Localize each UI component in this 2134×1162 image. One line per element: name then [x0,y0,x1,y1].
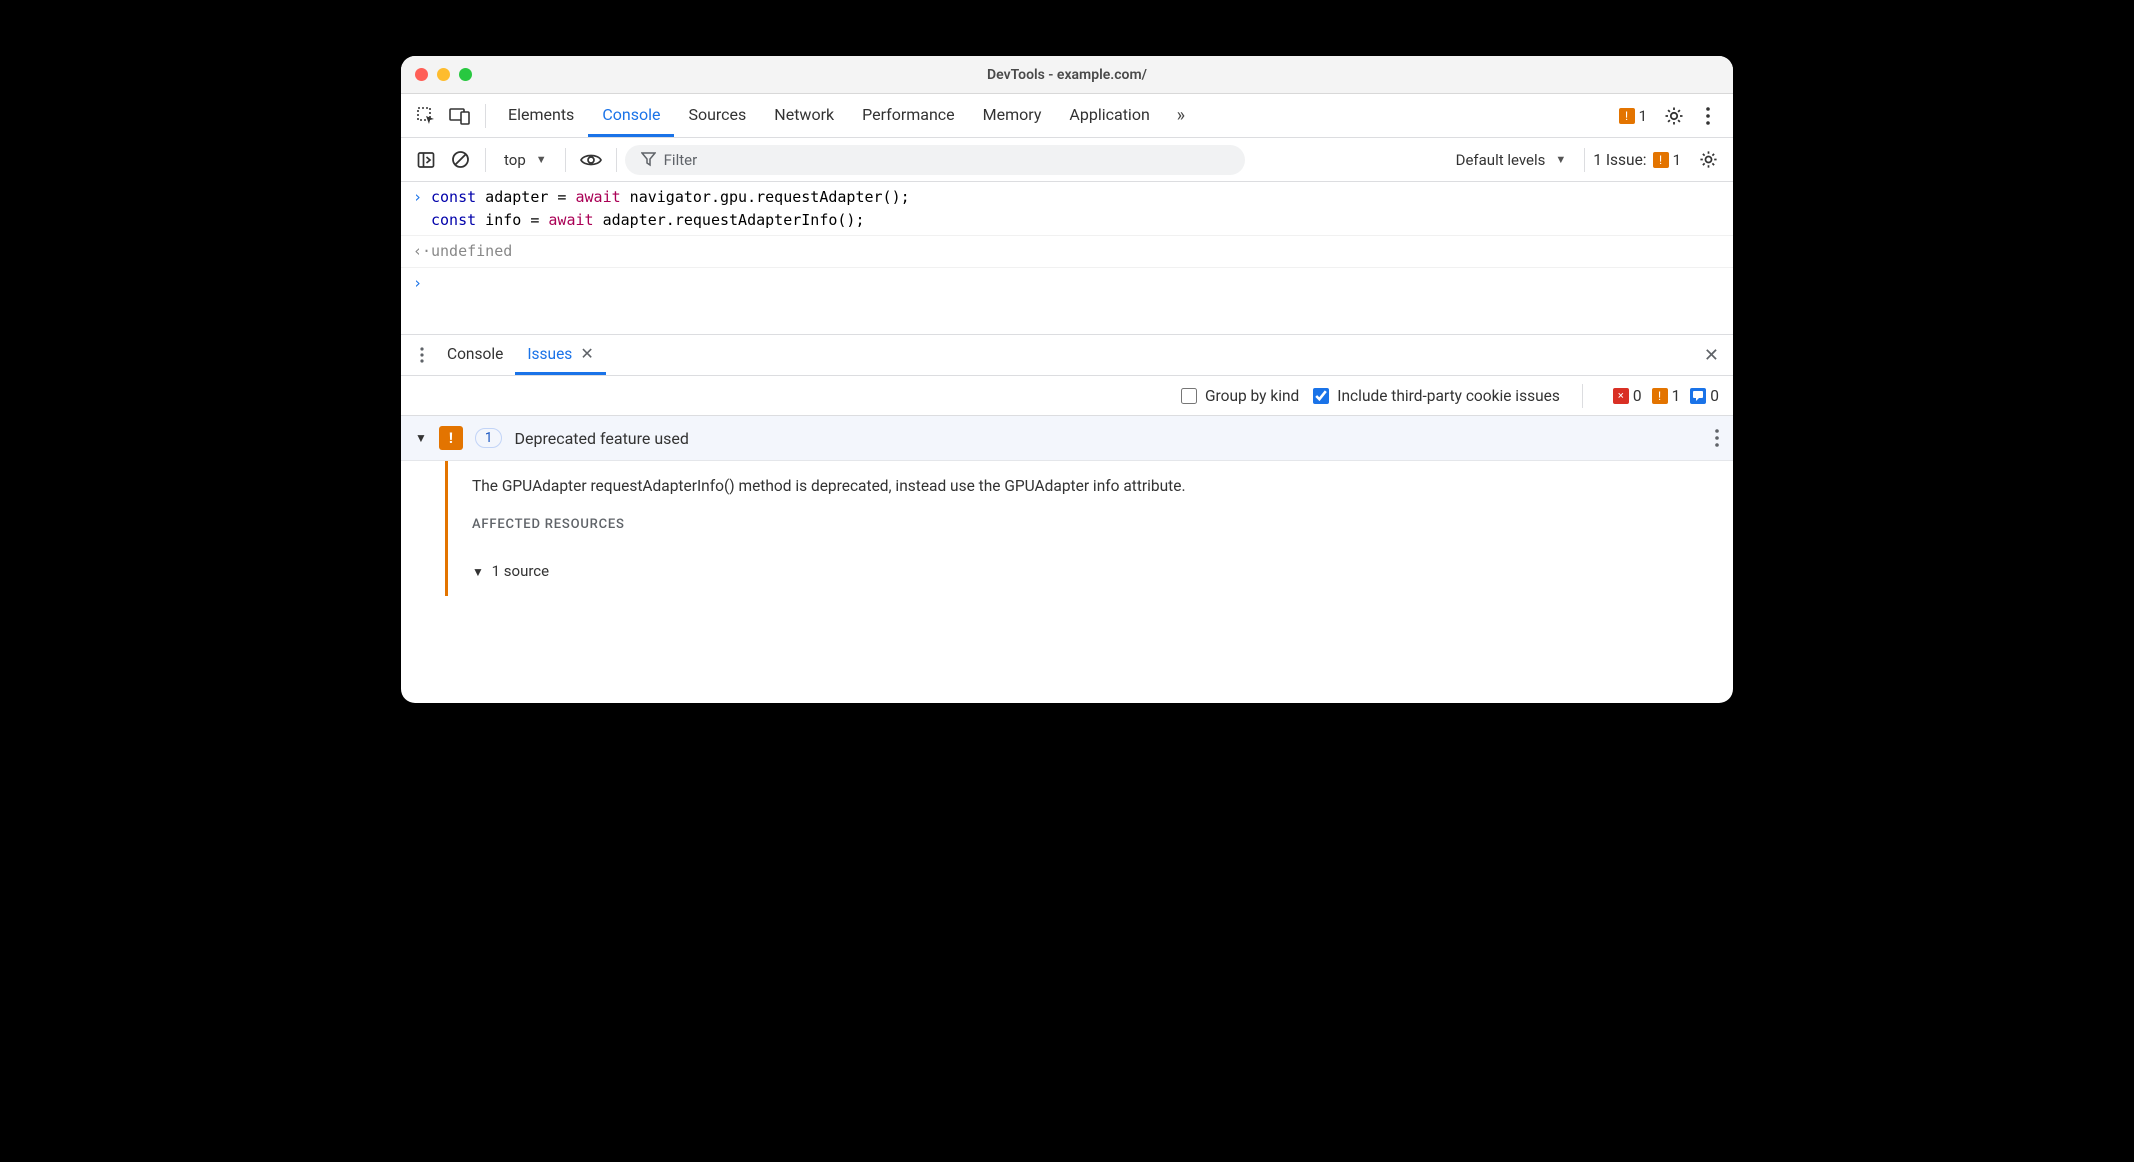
divider [616,148,617,172]
drawer-tab-console[interactable]: Console [435,335,515,375]
include-thirdparty-checkbox[interactable]: Include third-party cookie issues [1313,387,1560,405]
clear-console-icon[interactable] [443,143,477,177]
issue-occurrence-count: 1 [475,428,503,448]
affected-sources-toggle[interactable]: ▼ 1 source [472,562,1709,580]
include-thirdparty-label: Include third-party cookie issues [1337,387,1560,405]
issue-body: The GPUAdapter requestAdapterInfo() meth… [401,461,1733,596]
tab-performance[interactable]: Performance [848,94,969,137]
device-toolbar-icon[interactable] [443,99,477,133]
issue-description: The GPUAdapter requestAdapterInfo() meth… [472,477,1709,495]
error-badge-icon: × [1613,388,1629,404]
console-output-row: ‹· undefined [401,235,1733,268]
issue-badge-count: 1 [1673,151,1681,169]
issue-summary-label: 1 Issue: [1593,151,1646,169]
info-count: 0 [1710,387,1719,405]
window-titlebar: DevTools - example.com/ [401,56,1733,94]
drawer-tabstrip: Console Issues ✕ ✕ [401,334,1733,376]
console-prompt-row[interactable]: › [401,268,1733,335]
issue-more-menu-icon[interactable] [1715,429,1719,447]
collapse-triangle-icon: ▼ [472,565,484,579]
main-tabs: Elements Console Sources Network Perform… [494,94,1164,137]
inspect-element-icon[interactable] [409,99,443,133]
source-count-label: 1 source [492,562,549,580]
traffic-lights [415,68,472,81]
warning-count: 1 [1672,387,1681,405]
warning-square-icon: ! [439,426,463,450]
include-thirdparty-input[interactable] [1313,388,1329,404]
warning-badge-icon: ! [1652,388,1668,404]
issue-row-header[interactable]: ▼ ! 1 Deprecated feature used [401,416,1733,461]
settings-gear-icon[interactable] [1657,99,1691,133]
toolbar-divider [485,104,486,128]
output-prompt-icon: ‹· [413,240,431,263]
group-by-kind-input[interactable] [1181,388,1197,404]
affected-resources-label: AFFECTED RESOURCES [472,517,1709,532]
issue-severity-counts: × 0 ! 1 0 [1613,387,1719,405]
chevron-down-icon: ▼ [1555,153,1566,166]
close-window-button[interactable] [415,68,428,81]
more-menu-icon[interactable] [1691,99,1725,133]
toggle-sidebar-icon[interactable] [409,143,443,177]
devtools-window: DevTools - example.com/ Elements Console… [401,56,1733,703]
maximize-window-button[interactable] [459,68,472,81]
main-toolbar: Elements Console Sources Network Perform… [401,94,1733,138]
tab-network[interactable]: Network [760,94,848,137]
input-prompt-icon: › [413,186,431,231]
console-output: › const adapter = await navigator.gpu.re… [401,182,1733,334]
divider [485,148,486,172]
filter-input[interactable]: Filter [625,145,1245,175]
divider [1584,148,1585,172]
close-tab-icon[interactable]: ✕ [580,344,593,364]
filter-placeholder: Filter [664,151,698,169]
warning-count: 1 [1639,107,1647,125]
console-input-row[interactable]: › const adapter = await navigator.gpu.re… [401,182,1733,235]
filter-icon [641,152,656,167]
input-prompt-icon: › [413,272,431,295]
issue-title: Deprecated feature used [514,429,1703,448]
console-code: const adapter = await navigator.gpu.requ… [431,186,910,231]
group-by-kind-checkbox[interactable]: Group by kind [1181,387,1299,405]
output-value: undefined [431,240,512,263]
error-count: 0 [1633,387,1642,405]
context-label: top [504,151,526,169]
log-levels-selector[interactable]: Default levels ▼ [1446,151,1577,169]
issue-warning-badge-icon[interactable]: ! [1653,152,1669,168]
chevron-down-icon: ▼ [536,153,547,166]
console-settings-gear-icon[interactable] [1691,143,1725,177]
live-expression-eye-icon[interactable] [574,143,608,177]
drawer-tab-issues[interactable]: Issues ✕ [515,335,605,375]
minimize-window-button[interactable] [437,68,450,81]
drawer-more-icon[interactable] [409,338,435,372]
issues-toolbar: Group by kind Include third-party cookie… [401,376,1733,416]
tab-console[interactable]: Console [588,94,674,137]
divider [1582,384,1583,408]
tab-application[interactable]: Application [1055,94,1163,137]
window-title: DevTools - example.com/ [401,67,1733,83]
tab-sources[interactable]: Sources [674,94,760,137]
tab-memory[interactable]: Memory [969,94,1056,137]
issue-content: The GPUAdapter requestAdapterInfo() meth… [448,461,1733,596]
group-by-kind-label: Group by kind [1205,387,1299,405]
more-tabs-icon[interactable]: » [1164,99,1198,133]
warning-badge-icon[interactable]: ! [1619,108,1635,124]
expand-triangle-icon[interactable]: ▼ [415,431,427,445]
close-drawer-icon[interactable]: ✕ [1704,345,1719,366]
tab-elements[interactable]: Elements [494,94,588,137]
drawer-tab-issues-label: Issues [527,345,572,363]
execution-context-selector[interactable]: top ▼ [494,151,557,169]
levels-label: Default levels [1456,151,1546,169]
console-toolbar: top ▼ Filter Default levels ▼ 1 Issue: !… [401,138,1733,182]
info-badge-icon [1690,388,1706,404]
divider [565,148,566,172]
